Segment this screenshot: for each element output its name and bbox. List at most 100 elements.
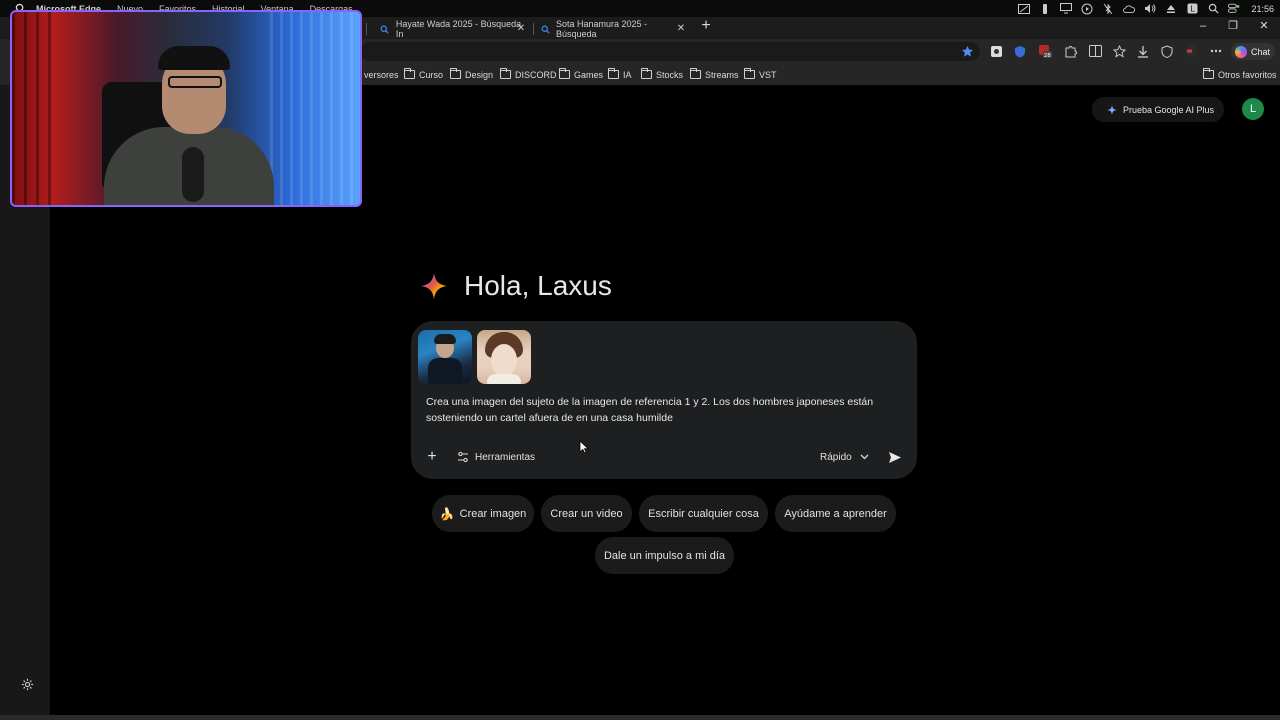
puzzle-extensions-icon[interactable]	[1063, 44, 1077, 58]
bookmark-label: DISCORD	[515, 69, 557, 80]
user-l-icon[interactable]: L	[1186, 3, 1198, 15]
tab-title: Hayate Wada 2025 - Búsqueda In	[395, 19, 522, 39]
favorite-star-icon[interactable]	[960, 44, 974, 58]
upgrade-label: Prueba Google AI Plus	[1123, 104, 1215, 115]
mode-selector[interactable]: Rápido	[820, 449, 870, 465]
tab-separator	[533, 23, 534, 35]
volume-icon[interactable]	[1144, 3, 1156, 15]
webcam-glasses	[168, 76, 222, 88]
chip-aprender[interactable]: Ayúdame a aprender	[775, 495, 896, 532]
display-icon[interactable]	[1018, 3, 1031, 15]
folder-icon	[1203, 68, 1214, 79]
close-window-icon[interactable]: ✕	[1257, 19, 1271, 33]
avatar[interactable]: L	[1242, 98, 1264, 120]
minimize-icon[interactable]: –	[1196, 19, 1210, 33]
play-icon[interactable]	[1081, 3, 1093, 15]
sliders-icon	[457, 451, 469, 463]
bookmark-folder-stocks[interactable]: Stocks	[641, 64, 683, 85]
close-tab-icon[interactable]: ✕	[516, 24, 526, 34]
chip-crear-video[interactable]: Crear un video	[541, 495, 632, 532]
webcam-blinds-left	[12, 12, 52, 205]
tools-button[interactable]: Herramientas	[457, 449, 535, 465]
chip-label: Crear un video	[550, 507, 623, 520]
mouse-cursor-icon	[579, 440, 589, 454]
chip-label: Ayúdame a aprender	[784, 507, 887, 520]
bookmark-label: versores	[364, 69, 399, 80]
chat-label: Chat	[1251, 46, 1271, 57]
bookmark-label: VST	[759, 69, 777, 80]
tab-hayate-wada[interactable]: Hayate Wada 2025 - Búsqueda In ✕	[380, 19, 530, 39]
bluetooth-off-icon[interactable]	[1102, 3, 1114, 15]
menu-clock[interactable]: 21:56	[1251, 4, 1274, 14]
banana-icon: 🍌	[439, 506, 455, 521]
shield-extension-icon[interactable]	[1013, 44, 1027, 58]
bookmark-folder-curso[interactable]: Curso	[404, 64, 443, 85]
greeting: Hola, Laxus	[420, 270, 612, 302]
webcam-blinds-right	[270, 12, 360, 205]
tab-separator	[366, 23, 367, 35]
bookmark-folder-other[interactable]: Otros favoritos	[1203, 64, 1277, 85]
browser-essentials-icon[interactable]	[1160, 44, 1174, 58]
bookmark-label: Curso	[419, 69, 444, 80]
chevron-down-icon	[860, 452, 870, 462]
extension-badge-icon[interactable]: 28	[1038, 44, 1052, 58]
spotlight-icon[interactable]	[1207, 3, 1219, 15]
gear-icon[interactable]	[20, 677, 34, 691]
bookmark-label: Games	[574, 69, 604, 80]
reference-image-2[interactable]	[477, 330, 531, 384]
send-icon[interactable]	[887, 449, 903, 465]
chip-label: Escribir cualquier cosa	[648, 507, 759, 520]
folder-icon	[608, 68, 619, 79]
bookmark-folder-discord[interactable]: DISCORD	[500, 64, 557, 85]
tab-sota-hanamura[interactable]: Sota Hanamura 2025 - Búsqueda ✕	[540, 19, 690, 39]
gemini-sparkle-icon	[420, 272, 448, 300]
monitor-icon[interactable]	[1060, 3, 1073, 15]
upgrade-plan-button[interactable]: Prueba Google AI Plus	[1092, 97, 1224, 122]
folder-icon	[559, 68, 570, 79]
eject-icon[interactable]	[1165, 3, 1177, 15]
greeting-text: Hola, Laxus	[464, 270, 612, 301]
restore-icon[interactable]: ❐	[1226, 19, 1240, 33]
chip-crear-imagen[interactable]: 🍌 Crear imagen	[432, 495, 534, 532]
bookmark-label: Streams	[705, 69, 739, 80]
cloud-icon[interactable]	[1123, 3, 1136, 15]
battery-icon[interactable]	[1039, 3, 1051, 15]
copilot-chat-button[interactable]: Chat	[1231, 43, 1275, 60]
folder-icon	[450, 68, 461, 79]
chip-label: Dale un impulso a mi día	[603, 549, 726, 562]
address-field[interactable]	[360, 42, 980, 61]
bookmark-folder-design[interactable]: Design	[450, 64, 493, 85]
add-attachment-icon[interactable]: +	[424, 449, 440, 465]
bookmark-folder-games[interactable]: Games	[559, 64, 603, 85]
more-menu-icon[interactable]	[1209, 44, 1223, 58]
extension-square-icon[interactable]	[989, 44, 1003, 58]
split-screen-icon[interactable]	[1088, 44, 1102, 58]
tools-label: Herramientas	[475, 451, 536, 463]
downloads-icon[interactable]	[1136, 44, 1150, 58]
svg-text:L: L	[1190, 5, 1195, 14]
webcam-person-hair	[158, 46, 230, 70]
control-center-icon[interactable]	[1228, 3, 1240, 15]
bookmark-folder-vst[interactable]: VST	[744, 64, 777, 85]
bookmark-label: IA	[623, 69, 632, 80]
webcam-microphone	[182, 147, 204, 202]
sparkle-icon	[1107, 104, 1117, 115]
bookmark-folder-ia[interactable]: IA	[608, 64, 632, 85]
folder-icon	[744, 68, 755, 79]
mode-label: Rápido	[820, 451, 852, 463]
chip-impulso[interactable]: Dale un impulso a mi día	[595, 537, 734, 574]
profile-extension-icon[interactable]	[1184, 44, 1198, 58]
reference-image-1[interactable]	[418, 330, 472, 384]
bookmark-folder-streams[interactable]: Streams	[690, 64, 739, 85]
chip-escribir[interactable]: Escribir cualquier cosa	[639, 495, 768, 532]
chip-label: Crear imagen	[459, 507, 527, 520]
favorites-icon[interactable]	[1112, 44, 1126, 58]
bookmark-versores[interactable]: versores	[364, 64, 399, 85]
bookmark-label: Stocks	[656, 69, 684, 80]
close-tab-icon[interactable]: ✕	[676, 24, 686, 34]
new-tab-icon[interactable]: +	[698, 18, 714, 34]
prompt-input[interactable]: Crea una imagen del sujeto de la imagen …	[426, 394, 902, 426]
folder-icon	[641, 68, 652, 79]
folder-icon	[404, 68, 415, 79]
folder-icon	[500, 68, 511, 79]
